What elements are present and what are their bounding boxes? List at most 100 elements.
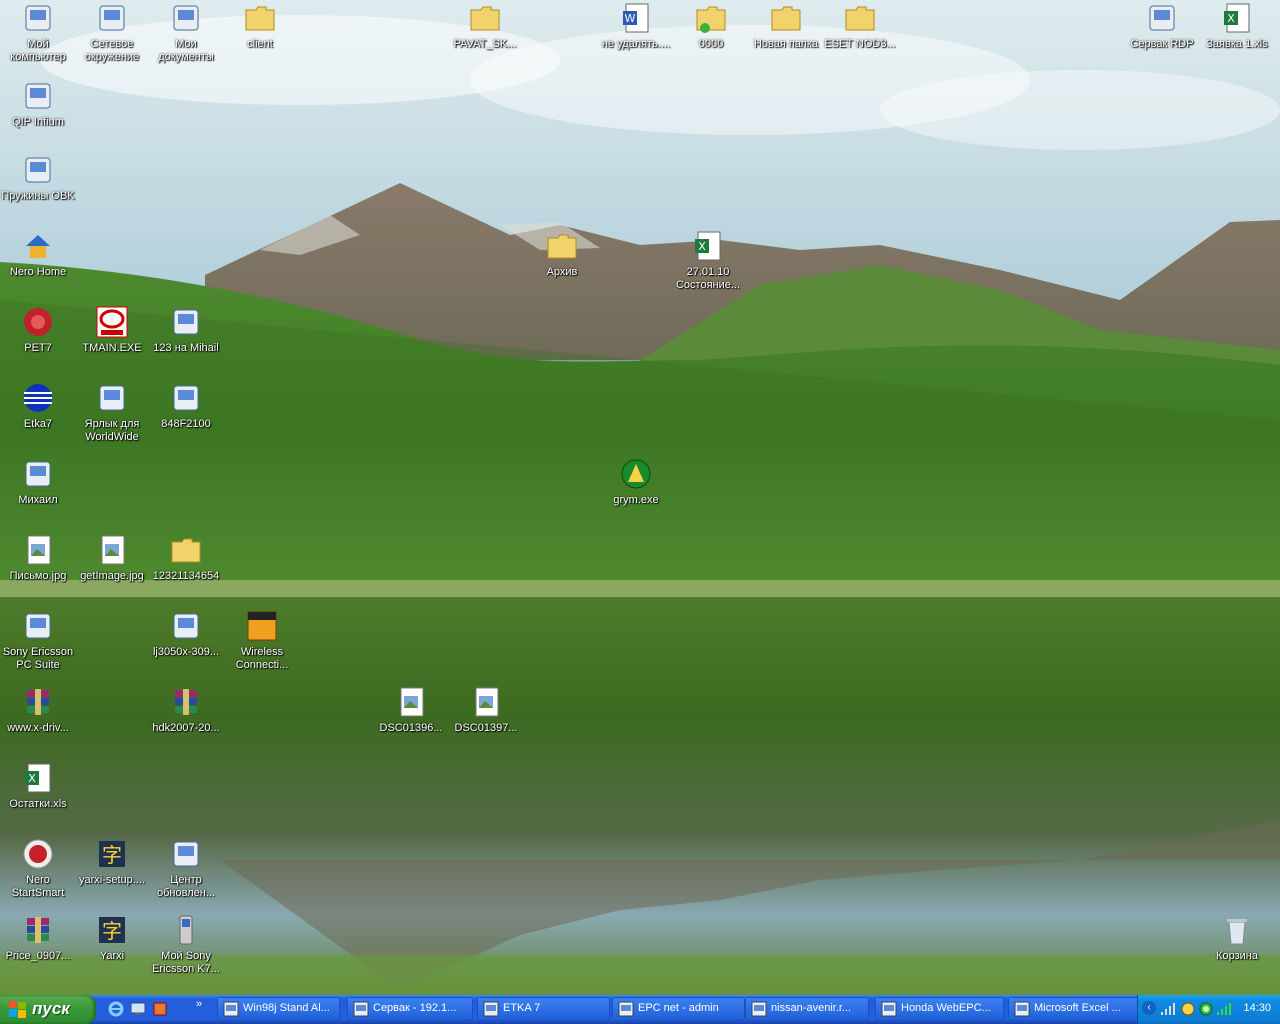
desktop-icon[interactable]: Sony Ericsson PC Suite: [0, 608, 76, 678]
network-computer-icon: [25, 461, 51, 487]
taskbar-button[interactable]: ETKA 7: [477, 997, 610, 1021]
taskbar-button[interactable]: Microsoft Excel ...: [1008, 997, 1141, 1021]
desktop-icon-label: не удалять....: [601, 38, 671, 50]
desktop-icon[interactable]: lj3050x-309...: [148, 608, 224, 678]
desktop-icon[interactable]: ESET NOD3...: [822, 0, 898, 70]
desktop-icon[interactable]: Сервак RDP: [1124, 0, 1200, 70]
desktop-icon[interactable]: client: [222, 0, 298, 70]
desktop-icon-label: Мой Sony Ericsson K7...: [152, 950, 220, 975]
desktop-icon[interactable]: 848F2100: [148, 380, 224, 450]
network-icon[interactable]: [1198, 1001, 1214, 1017]
desktop-icon[interactable]: Пружины OBK: [0, 152, 76, 222]
my-computer-icon: [25, 5, 51, 31]
desktop-icon[interactable]: Мой Sony Ericsson K7...: [148, 912, 224, 982]
app-icon[interactable]: [152, 1001, 168, 1017]
ie-icon: [881, 1001, 897, 1017]
image-file-icon: [101, 535, 125, 565]
winrar-icon: [27, 917, 49, 943]
desktop-icon[interactable]: Price_0907...: [0, 912, 76, 982]
remote-desktop-icon: [353, 1001, 369, 1017]
desktop-icon[interactable]: TMAIN.EXE: [74, 304, 150, 374]
desktop-icon[interactable]: Wне удалять....: [598, 0, 674, 70]
desktop-icon[interactable]: 12321134654: [148, 532, 224, 602]
desktop-icon[interactable]: Wireless Connecti...: [224, 608, 300, 678]
desktop-icon-label: Михаил: [18, 494, 58, 506]
folder-icon: [245, 6, 275, 31]
network-places-icon: [99, 5, 125, 31]
desktop-icon-label: grym.exe: [613, 494, 659, 506]
desktop-icon[interactable]: getImage.jpg: [74, 532, 150, 602]
desktop-icon[interactable]: X Остатки.xls: [0, 760, 76, 830]
desktop-icon[interactable]: hdk2007-20...: [148, 684, 224, 754]
desktop-icon[interactable]: X Заявка 1.xls: [1199, 0, 1275, 70]
network-signal-icon[interactable]: [1160, 1002, 1176, 1016]
desktop-icon[interactable]: grym.exe: [598, 456, 674, 526]
grym-icon: [621, 459, 651, 489]
chevron-icon[interactable]: »: [196, 998, 212, 1014]
start-button[interactable]: пуск: [0, 995, 96, 1024]
desktop-icon[interactable]: Архив: [524, 228, 600, 298]
update-center-icon: [173, 841, 199, 867]
desktop-icon[interactable]: Михаил: [0, 456, 76, 526]
desktop-icon[interactable]: 0000: [673, 0, 749, 70]
signal-icon[interactable]: [1216, 1002, 1232, 1016]
desktop-icon[interactable]: Nero StartSmart: [0, 836, 76, 906]
desktop[interactable]: Мой компьютер Сетевое окружение Мои докуме…: [0, 0, 1280, 995]
desktop-icon[interactable]: PAVAT_SK...: [447, 0, 523, 70]
desktop-icon[interactable]: Письмо.jpg: [0, 532, 76, 602]
desktop-icon[interactable]: Центр обновлен...: [148, 836, 224, 906]
desktop-icon-label: 27.01.10 Состояние...: [675, 266, 741, 291]
desktop-icon-label: PET7: [24, 342, 52, 354]
taskbar-button[interactable]: EPC net - admin: [612, 997, 745, 1021]
desktop-icon-label: Заявка 1.xls: [1206, 38, 1268, 50]
excel-file-icon: X: [25, 763, 51, 793]
desktop-icon[interactable]: QIP Infium: [0, 78, 76, 148]
desktop-icon-label: lj3050x-309...: [152, 646, 220, 658]
desktop-icon[interactable]: DSC01396...: [373, 684, 449, 754]
installer-icon: [173, 613, 199, 639]
desktop-icon[interactable]: 123 на Mihail: [148, 304, 224, 374]
taskbar-button-label: Microsoft Excel ...: [1034, 1002, 1121, 1014]
clock-sync-icon[interactable]: [1180, 1001, 1196, 1017]
windows-logo-icon: [9, 1001, 26, 1018]
desktop-icon[interactable]: X 27.01.10 Состояние...: [670, 228, 746, 298]
desktop-icon-label: Центр обновлен...: [157, 874, 215, 899]
taskbar-button[interactable]: Win98j Stand Al...: [217, 997, 340, 1021]
recycle-bin-icon: [1227, 919, 1247, 945]
desktop-icon-label: Etka7: [23, 418, 53, 430]
desktop-icon[interactable]: 字 yarxi-setup....: [74, 836, 150, 906]
excel-file-icon: X: [1224, 3, 1250, 33]
qip-icon: [25, 83, 51, 109]
ie-icon[interactable]: [108, 1001, 124, 1017]
clock[interactable]: 14:30: [1243, 1002, 1271, 1014]
desktop-icon[interactable]: Nero Home: [0, 228, 76, 298]
desktop-icon[interactable]: Ярлык для WorldWide: [74, 380, 150, 450]
desktop-icon-label: client: [247, 38, 273, 50]
desktop-icon-label: ESET NOD3...: [824, 38, 896, 50]
desktop-icon[interactable]: Мой компьютер: [0, 0, 76, 70]
desktop-icon[interactable]: Мои документы: [148, 0, 224, 70]
taskbar-button[interactable]: Сервак - 192.1...: [347, 997, 473, 1021]
desktop-icon[interactable]: Сетевое окружение: [74, 0, 150, 70]
desktop-icon[interactable]: Корзина: [1199, 912, 1275, 982]
desktop-icon[interactable]: Новая папка: [748, 0, 824, 70]
taskbar-button[interactable]: Honda WebEPC...: [875, 997, 1004, 1021]
network-shortcut-icon: [173, 309, 199, 335]
desktop-icon-label: Мои документы: [158, 38, 214, 63]
desktop-icon-label: Мой компьютер: [10, 38, 66, 63]
desktop-icon-label: hdk2007-20...: [152, 722, 220, 734]
yarxi-icon: 字: [99, 841, 125, 867]
show-desktop-icon[interactable]: [130, 1001, 146, 1017]
desktop-icon[interactable]: DSC01397...: [448, 684, 524, 754]
winrar-icon: [175, 689, 197, 715]
yarxi-icon: 字: [99, 917, 125, 943]
desktop-icon[interactable]: 字 Yarxi: [74, 912, 150, 982]
taskbar-button-label: Сервак - 192.1...: [373, 1002, 457, 1014]
svg-text:X: X: [698, 240, 706, 253]
desktop-icon[interactable]: PET7: [0, 304, 76, 374]
back-arrow-icon[interactable]: ‹: [1142, 1001, 1156, 1015]
excel-file-icon: X: [695, 231, 721, 261]
desktop-icon[interactable]: Etka7: [0, 380, 76, 450]
taskbar-button[interactable]: nissan-avenir.r...: [745, 997, 869, 1021]
desktop-icon[interactable]: www.x-driv...: [0, 684, 76, 754]
